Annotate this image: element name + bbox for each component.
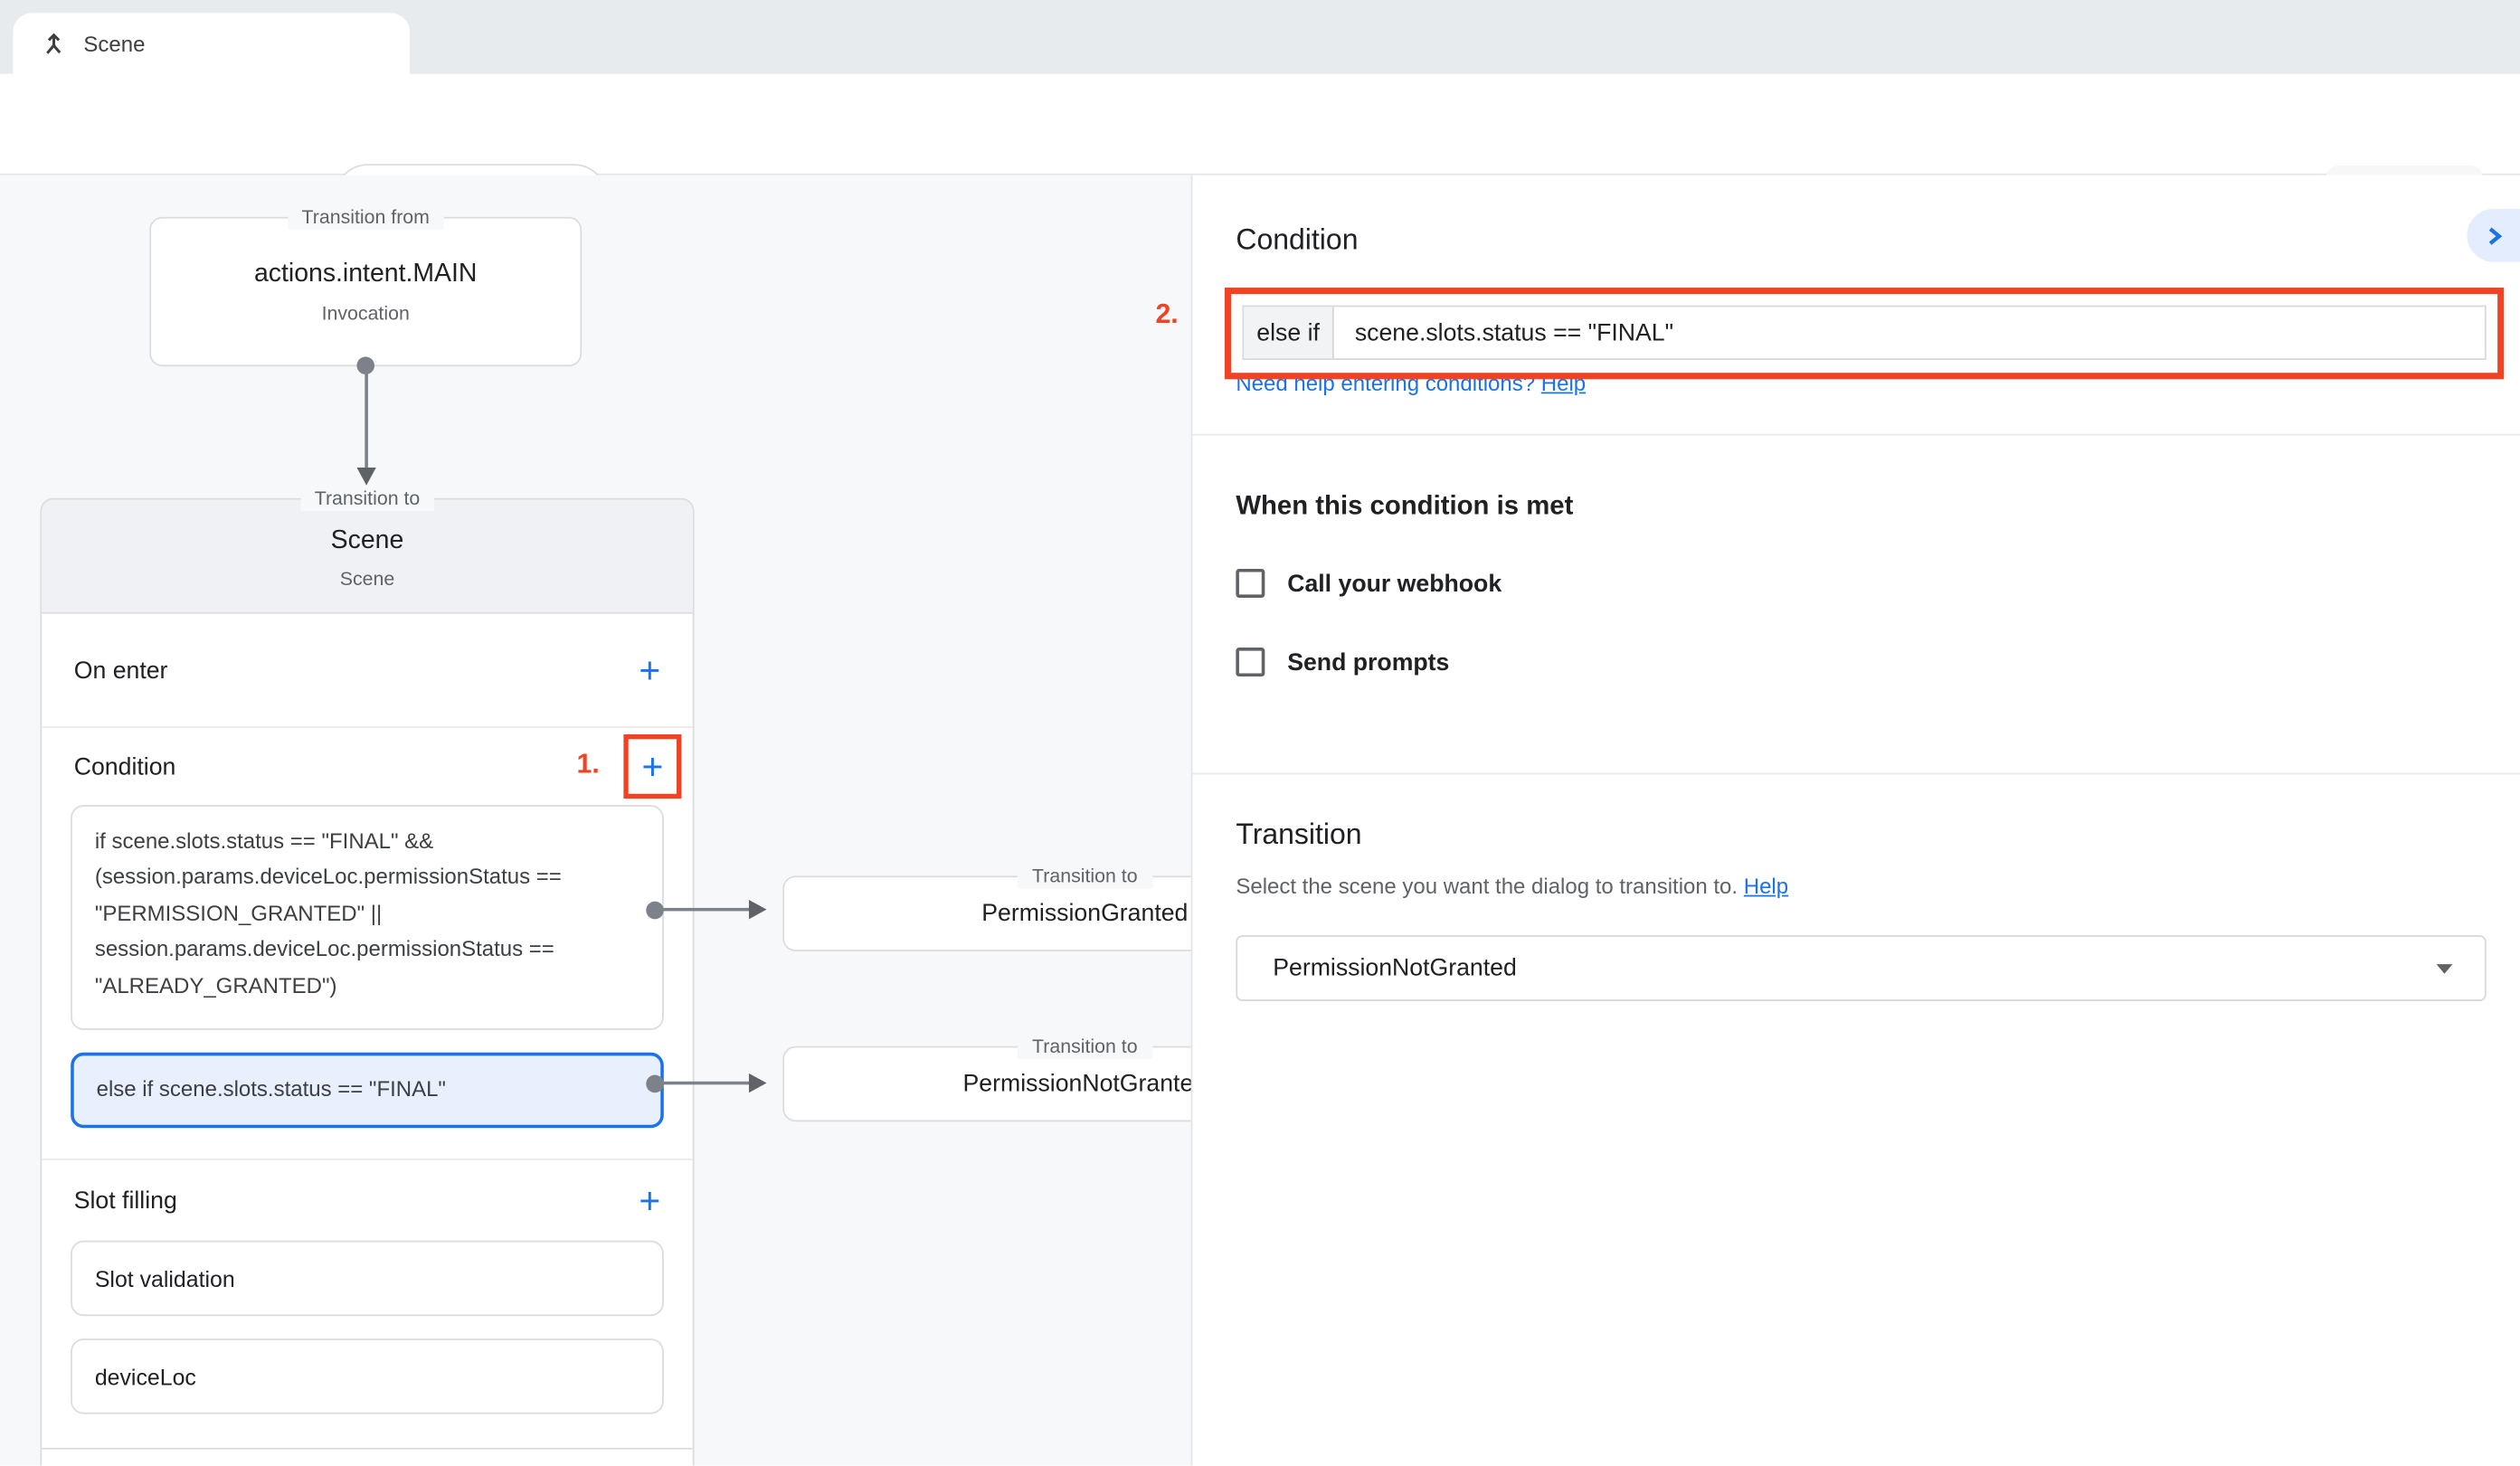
target-scene-name: PermissionGranted — [981, 900, 1188, 927]
scene-card-header[interactable]: Scene Scene — [42, 500, 693, 614]
select-caret-icon — [2437, 963, 2453, 973]
scene-card-type: Scene — [42, 567, 693, 590]
condition-expression-row: else if scene.slots.status == "FINAL" — [1242, 306, 2486, 360]
connector-line — [662, 1082, 749, 1085]
tab-scene[interactable]: Scene — [13, 13, 410, 74]
condition-help-link[interactable]: Help — [1541, 371, 1586, 395]
arrowhead-right-icon — [749, 900, 767, 919]
transition-heading: Transition — [1236, 818, 1361, 851]
condition-prefix: else if — [1244, 307, 1334, 358]
transition-description: Select the scene you want the dialog to … — [1236, 875, 1788, 899]
chevron-right-icon — [2482, 224, 2505, 247]
condition-help-line: Need help entering conditions? Help — [1236, 371, 1586, 395]
annotation-1: 1. — [577, 749, 600, 781]
transition-from-legend: Transition from — [288, 205, 444, 230]
target-scene-permission-not-granted[interactable]: Transition to PermissionNotGranted — [782, 1046, 1190, 1122]
condition-item-selected[interactable]: else if scene.slots.status == "FINAL" — [71, 1053, 664, 1129]
connector-dot — [645, 1074, 663, 1092]
condition-section-header: Condition 1. + — [42, 728, 693, 805]
condition-label: Condition — [74, 752, 176, 780]
condition-item[interactable]: if scene.slots.status == "FINAL" && (ses… — [71, 805, 664, 1030]
send-prompts-label: Send prompts — [1287, 648, 1449, 676]
send-prompts-option[interactable]: Send prompts — [1236, 648, 1449, 676]
transition-help-link[interactable]: Help — [1744, 875, 1788, 899]
header: Scene English — [0, 74, 2520, 175]
intent-name: actions.intent.MAIN — [151, 260, 580, 289]
when-condition-heading: When this condition is met — [1236, 492, 1573, 523]
transition-to-legend: Transition to — [300, 487, 435, 511]
add-on-enter-button[interactable]: + — [639, 654, 660, 686]
connector-dot — [645, 901, 663, 919]
transition-description-text: Select the scene you want the dialog to … — [1236, 875, 1738, 899]
target-scene-permission-granted[interactable]: Transition to PermissionGranted — [782, 875, 1190, 951]
transition-to-legend: Transition to — [1018, 865, 1152, 889]
annotation-2: 2. — [1156, 298, 1179, 331]
condition-help-text: Need help entering conditions? — [1236, 371, 1535, 395]
tab-strip: Scene — [0, 0, 2520, 74]
connector-line — [662, 908, 749, 912]
intent-type: Invocation — [151, 302, 580, 325]
on-enter-label: On enter — [74, 657, 168, 684]
transition-from-box[interactable]: Transition from actions.intent.MAIN Invo… — [149, 217, 582, 366]
slot-filling-section-header: Slot filling + — [42, 1159, 693, 1241]
scene-card: Transition to Scene Scene On enter + Con… — [40, 498, 694, 1466]
collapse-panel-button[interactable] — [2467, 209, 2520, 262]
slot-item[interactable]: Slot validation — [71, 1241, 664, 1317]
on-enter-section: On enter + — [42, 614, 693, 728]
checkbox-icon[interactable] — [1236, 569, 1265, 598]
condition-detail-panel: Condition Need help entering conditions?… — [1191, 175, 2520, 1466]
transition-to-legend: Transition to — [1018, 1035, 1152, 1059]
annotation-1-highlight-box: + — [623, 734, 681, 799]
condition-expression-input[interactable]: scene.slots.status == "FINAL" — [1334, 307, 2485, 358]
panel-condition-heading: Condition — [1236, 223, 1358, 257]
slot-filling-label: Slot filling — [74, 1187, 177, 1214]
transition-scene-value: PermissionNotGranted — [1273, 954, 2436, 981]
add-condition-button[interactable]: + — [641, 751, 663, 783]
call-webhook-label: Call your webhook — [1287, 570, 1502, 597]
call-webhook-option[interactable]: Call your webhook — [1236, 569, 1502, 598]
checkbox-icon[interactable] — [1236, 648, 1265, 676]
slot-item[interactable]: deviceLoc — [71, 1338, 664, 1414]
panel-divider — [1192, 773, 2520, 775]
target-scene-name: PermissionNotGranted — [963, 1070, 1191, 1097]
merge-arrow-icon — [40, 30, 67, 57]
tab-label: Scene — [83, 32, 145, 56]
card-section-divider — [42, 1448, 693, 1450]
actions-builder-scene-editor: Scene Scene — [0, 0, 2520, 1465]
arrowhead-right-icon — [749, 1073, 767, 1092]
add-slot-button[interactable]: + — [639, 1184, 660, 1216]
panel-divider — [1192, 434, 2520, 436]
transition-scene-select[interactable]: PermissionNotGranted — [1236, 935, 2486, 1001]
arrowhead-down-icon — [356, 468, 375, 486]
scene-diagram-canvas: Transition from actions.intent.MAIN Invo… — [0, 175, 1191, 1466]
connector-line — [364, 366, 367, 469]
